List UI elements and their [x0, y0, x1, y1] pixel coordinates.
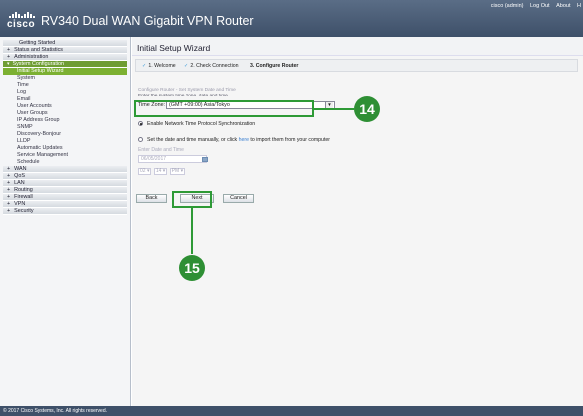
- ampm-select[interactable]: PM ▾: [169, 168, 186, 175]
- nav-user-accounts[interactable]: User Accounts: [3, 103, 127, 110]
- help-link[interactable]: H: [577, 3, 581, 9]
- step-check-connection: ✓ 2. Check Connection: [184, 63, 239, 69]
- import-here-link[interactable]: here: [239, 137, 249, 143]
- nav-ip-address-group[interactable]: IP Address Group: [3, 117, 127, 124]
- nav-wan[interactable]: WAN: [3, 166, 127, 173]
- calendar-icon[interactable]: [202, 157, 208, 162]
- ntp-option[interactable]: Enable Network Time Protocol Synchroniza…: [138, 121, 255, 127]
- page-title: Initial Setup Wizard: [132, 37, 583, 56]
- top-header: cisco RV340 Dual WAN Gigabit VPN Router …: [0, 0, 583, 37]
- nav-automatic-updates[interactable]: Automatic Updates: [3, 145, 127, 152]
- cancel-button[interactable]: Cancel: [223, 194, 254, 203]
- nav-schedule[interactable]: Schedule: [3, 159, 127, 166]
- cisco-logo-text: cisco: [7, 19, 36, 30]
- callout-15: 15: [179, 255, 205, 281]
- time-zone-highlight: [134, 100, 314, 117]
- back-button[interactable]: Back: [136, 194, 167, 203]
- nav-time[interactable]: Time: [3, 82, 127, 89]
- callout-15-connector: [191, 208, 193, 254]
- nav-getting-started[interactable]: Getting Started: [3, 40, 127, 47]
- ntp-radio[interactable]: [138, 121, 143, 127]
- callout-14-connector: [314, 108, 354, 110]
- nav-security[interactable]: Security: [3, 208, 127, 215]
- cisco-logo: cisco: [7, 12, 39, 30]
- step-welcome: ✓ 1. Welcome: [142, 63, 176, 69]
- check-icon: ✓: [184, 63, 189, 69]
- nav-email[interactable]: Email: [3, 96, 127, 103]
- nav-status-statistics[interactable]: Status and Statistics: [3, 47, 127, 54]
- nav-initial-setup-wizard[interactable]: Initial Setup Wizard: [3, 68, 127, 75]
- nav-service-management[interactable]: Service Management: [3, 152, 127, 159]
- nav-qos[interactable]: QoS: [3, 173, 127, 180]
- nav-vpn[interactable]: VPN: [3, 201, 127, 208]
- date-input[interactable]: 06/05/2017: [138, 155, 207, 163]
- nav-user-groups[interactable]: User Groups: [3, 110, 127, 117]
- callout-14: 14: [354, 96, 380, 122]
- main-content: Initial Setup Wizard ✓ 1. Welcome ✓ 2. Che…: [132, 37, 583, 406]
- manual-radio[interactable]: [138, 137, 143, 143]
- footer-copyright: © 2017 Cisco Systems, Inc. All rights re…: [0, 406, 583, 416]
- nav-system-configuration[interactable]: System Configuration: [3, 61, 127, 68]
- wizard-steps: ✓ 1. Welcome ✓ 2. Check Connection 3. Conf…: [135, 59, 578, 72]
- nav-administration[interactable]: Administration: [3, 54, 127, 61]
- nav-lldp[interactable]: LLDP: [3, 138, 127, 145]
- nav-snmp[interactable]: SNMP: [3, 124, 127, 131]
- logout-link[interactable]: Log Out: [530, 3, 550, 9]
- time-selectors: 02 ▾ 14 ▾ PM ▾: [138, 168, 186, 175]
- step-configure-router: 3. Configure Router: [250, 63, 299, 69]
- minute-select[interactable]: 14 ▾: [153, 168, 168, 175]
- top-links: cisco (admin) Log Out About H: [486, 3, 581, 9]
- cisco-logo-bars-icon: [9, 12, 35, 18]
- nav-routing[interactable]: Routing: [3, 187, 127, 194]
- nav-log[interactable]: Log: [3, 89, 127, 96]
- nav-system[interactable]: System: [3, 75, 127, 82]
- sidebar-nav: Getting Started Status and Statistics Ad…: [0, 37, 131, 406]
- about-link[interactable]: About: [556, 3, 570, 9]
- user-label: cisco (admin): [490, 3, 524, 9]
- nav-lan[interactable]: LAN: [3, 180, 127, 187]
- check-icon: ✓: [142, 63, 147, 69]
- nav-firewall[interactable]: Firewall: [3, 194, 127, 201]
- section-title: Configure Router - Set System Date and T…: [138, 88, 236, 93]
- section-description: Enter the system time zone, date and tim…: [138, 94, 229, 96]
- manual-option[interactable]: Set the date and time manually, or click…: [138, 137, 330, 143]
- nav-discovery-bonjour[interactable]: Discovery-Bonjour: [3, 131, 127, 138]
- enter-date-label: Enter Date and Time: [138, 147, 184, 153]
- hour-select[interactable]: 02 ▾: [138, 168, 152, 175]
- app-title: RV340 Dual WAN Gigabit VPN Router: [41, 14, 254, 28]
- next-button-highlight: [172, 191, 212, 208]
